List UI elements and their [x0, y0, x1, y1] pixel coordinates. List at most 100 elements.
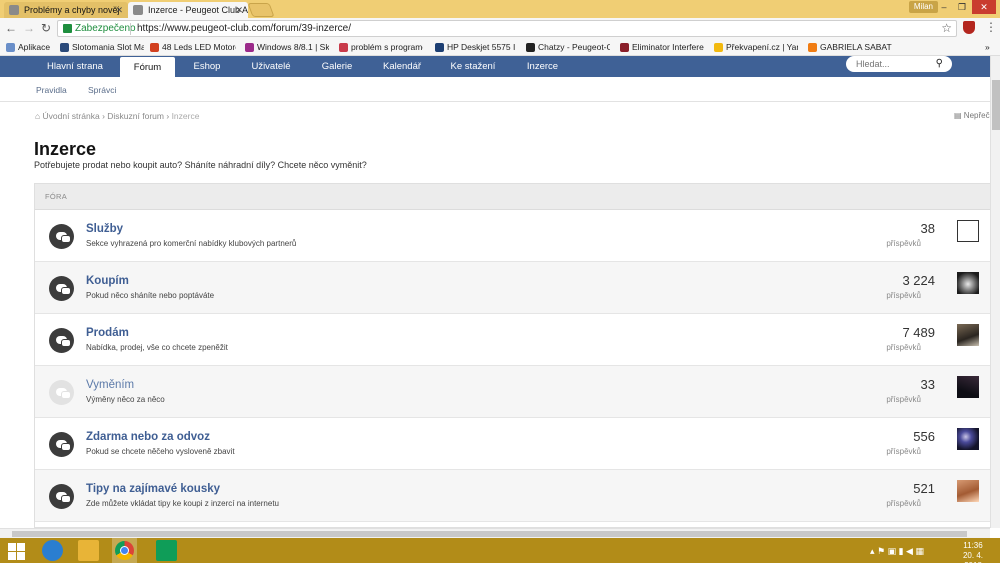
bookmark-item[interactable]: Windows 8/8.1 | Skin: [245, 41, 329, 54]
forum-description: Pokud se chcete něčeho vysloveně zbavit: [86, 447, 235, 456]
bookmark-favicon-icon: [714, 43, 723, 52]
avatar[interactable]: [957, 220, 979, 242]
back-arrow-icon[interactable]: ←: [4, 21, 18, 35]
forum-row[interactable]: Tipy na zajímavé kousky Zde můžete vklád…: [35, 470, 990, 522]
bookmarks-bar: Aplikace Slotomania Slot Mac 48 Leds LED…: [0, 39, 1000, 56]
restore-icon[interactable]: ❐: [953, 0, 971, 14]
breadcrumb-home[interactable]: Úvodní stránka: [43, 111, 100, 121]
breadcrumb: ⌂ Úvodní stránka › Diskuzní forum › Inze…: [35, 111, 199, 121]
forum-row[interactable]: Služby Sekce vyhrazená pro komerční nabí…: [35, 210, 990, 262]
subnav-rules[interactable]: Pravidla: [36, 78, 67, 102]
forum-sub-nav: Pravidla Správci: [0, 78, 990, 102]
address-bar[interactable]: Zabezpečeno https://www.peugeot-club.com…: [57, 20, 957, 37]
bookmark-item[interactable]: Chatzy - Peugeot-Clu: [526, 41, 610, 54]
breadcrumb-current: Inzerce: [171, 111, 200, 121]
avatar[interactable]: [957, 376, 979, 398]
forum-chat-icon: [49, 380, 74, 405]
forum-title[interactable]: Tipy na zajímavé kousky: [86, 483, 220, 495]
bookmark-item[interactable]: Slotomania Slot Mac: [60, 41, 144, 54]
nav-item-forum[interactable]: Fórum: [120, 57, 175, 77]
reload-icon[interactable]: ↻: [39, 21, 53, 35]
forum-post-label: příspěvků: [886, 447, 921, 456]
store-icon[interactable]: [156, 540, 177, 561]
forum-row[interactable]: Prodám Nabídka, prodej, vše co chcete zp…: [35, 314, 990, 366]
browser-tab-problemy[interactable]: Problémy a chyby nověj ✕: [4, 2, 128, 18]
forward-arrow-icon[interactable]: →: [22, 21, 36, 35]
search-input[interactable]: [856, 57, 936, 71]
forum-post-label: příspěvků: [886, 291, 921, 300]
bookmark-apps[interactable]: Aplikace: [6, 41, 54, 54]
forum-row[interactable]: Koupím Pokud něco sháníte nebo poptáváte…: [35, 262, 990, 314]
bookmark-star-icon[interactable]: ☆: [941, 21, 952, 36]
forum-post-count: 556: [913, 429, 935, 444]
chevron-right-icon: ›: [166, 111, 170, 121]
browser-menu-icon[interactable]: ⋮: [985, 20, 997, 35]
more-bookmarks-icon[interactable]: »: [985, 41, 997, 54]
chevron-right-icon: ›: [102, 111, 105, 121]
bookmark-item[interactable]: Eliminator Interferenc: [620, 41, 704, 54]
forum-title[interactable]: Zdarma nebo za odvoz: [86, 431, 210, 443]
bookmark-item[interactable]: HP Deskjet 5575 Ink: [435, 41, 515, 54]
chrome-icon[interactable]: [112, 538, 137, 563]
breadcrumb-forum[interactable]: Diskuzní forum: [107, 111, 164, 121]
search-icon[interactable]: ⚲: [936, 57, 943, 71]
forum-post-label: příspěvků: [886, 395, 921, 404]
site-main-nav: Hlavní strana Fórum Eshop Uživatelé Gale…: [0, 56, 990, 77]
clock-date: 20. 4. 2018: [962, 551, 983, 563]
lock-icon: [63, 24, 72, 33]
nav-item-eshop[interactable]: Eshop: [182, 56, 232, 77]
scrollbar-thumb[interactable]: [12, 531, 967, 537]
close-tab-icon[interactable]: ✕: [235, 2, 243, 18]
windows-start-icon[interactable]: [6, 540, 27, 561]
system-tray[interactable]: ▴ ⚑ ▣ ▮ ◀ ▦: [870, 546, 924, 557]
bookmark-item[interactable]: Překvapení.cz | Yanke: [714, 41, 798, 54]
nav-item-calendar[interactable]: Kalendář: [372, 56, 432, 77]
internet-explorer-icon[interactable]: [42, 540, 63, 561]
avatar[interactable]: [957, 324, 979, 346]
forum-row[interactable]: Zdarma nebo za odvoz Pokud se chcete něč…: [35, 418, 990, 470]
profile-button[interactable]: Milan: [908, 1, 938, 13]
unread-link[interactable]: ▤ Nepřeč: [954, 111, 990, 120]
nav-item-gallery[interactable]: Galerie: [312, 56, 362, 77]
browser-screen: { "browser": { "tabs": [ {"title": "Prob…: [0, 0, 1000, 563]
vertical-scrollbar[interactable]: [990, 56, 1000, 528]
bookmark-favicon-icon: [245, 43, 254, 52]
forum-chat-icon: [49, 484, 74, 509]
taskbar-clock[interactable]: 11:36 20. 4. 2018: [955, 541, 991, 563]
close-window-icon[interactable]: ✕: [972, 0, 996, 14]
nav-item-home[interactable]: Hlavní strana: [37, 56, 113, 77]
nav-item-downloads[interactable]: Ke stažení: [443, 56, 503, 77]
url-text[interactable]: https://www.peugeot-club.com/forum/39-in…: [137, 22, 351, 36]
nav-item-classifieds[interactable]: Inzerce: [515, 56, 570, 77]
forum-post-count: 7 489: [902, 325, 935, 340]
new-tab-button[interactable]: [247, 3, 275, 17]
browser-tab-inzerce[interactable]: Inzerce - Peugeot Club A ✕: [128, 2, 248, 18]
bookmark-item[interactable]: 48 Leds LED Motorcy: [150, 41, 236, 54]
forum-post-label: příspěvků: [886, 499, 921, 508]
forum-description: Nabídka, prodej, vše co chcete zpeněžit: [86, 343, 228, 352]
file-explorer-icon[interactable]: [78, 540, 99, 561]
page-title: Inzerce: [34, 139, 97, 159]
forum-title[interactable]: Vyměním: [86, 379, 134, 391]
forum-description: Výměny něco za něco: [86, 395, 165, 404]
horizontal-scrollbar[interactable]: [0, 528, 990, 538]
nav-item-users[interactable]: Uživatelé: [240, 56, 302, 77]
extension-shield-icon[interactable]: [963, 21, 975, 34]
forum-title[interactable]: Koupím: [86, 275, 129, 287]
subnav-moderators[interactable]: Správci: [88, 78, 116, 102]
secure-label: Zabezpečeno: [75, 23, 136, 34]
forum-title[interactable]: Služby: [86, 223, 123, 235]
avatar[interactable]: [957, 480, 979, 502]
bookmark-item[interactable]: GABRIELA SABATINI: [808, 41, 892, 54]
close-tab-icon[interactable]: ✕: [115, 2, 123, 18]
forum-post-count: 3 224: [902, 273, 935, 288]
bookmark-favicon-icon: [620, 43, 629, 52]
minimize-icon[interactable]: –: [935, 0, 953, 14]
scrollbar-thumb[interactable]: [992, 80, 1000, 130]
forum-title[interactable]: Prodám: [86, 327, 129, 339]
avatar[interactable]: [957, 428, 979, 450]
bookmark-item[interactable]: problém s programe: [339, 41, 423, 54]
avatar[interactable]: [957, 272, 979, 294]
forum-row[interactable]: Vyměním Výměny něco za něco 33 příspěvků: [35, 366, 990, 418]
forum-chat-icon: [49, 276, 74, 301]
